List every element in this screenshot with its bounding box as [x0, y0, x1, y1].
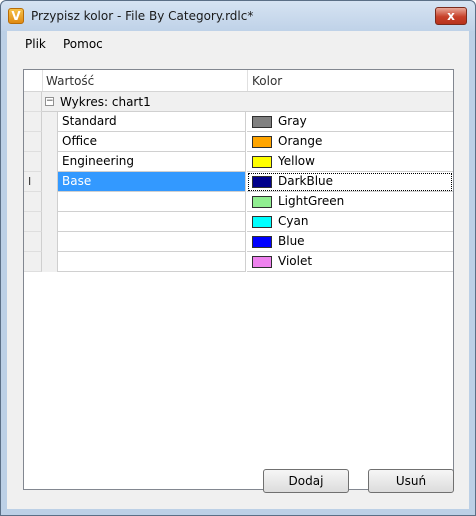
- title-bar[interactable]: V Przypisz kolor - File By Category.rdlc…: [1, 1, 475, 31]
- color-swatch: [252, 216, 272, 228]
- value-cell[interactable]: Office: [58, 132, 246, 152]
- color-swatch: [252, 196, 272, 208]
- color-swatch: [252, 256, 272, 268]
- column-header-color[interactable]: Kolor: [252, 74, 282, 88]
- table-row[interactable]: Office Orange: [24, 132, 453, 152]
- color-swatch: [252, 236, 272, 248]
- table-row[interactable]: Cyan: [24, 212, 453, 232]
- collapse-icon[interactable]: −: [45, 97, 54, 106]
- header-separator: [42, 70, 43, 91]
- close-icon: x: [447, 9, 455, 23]
- table-row[interactable]: Standard Gray: [24, 112, 453, 132]
- remove-button[interactable]: Usuń: [368, 469, 454, 493]
- menu-bar: Plik Pomoc: [7, 31, 469, 55]
- dialog-window: V Przypisz kolor - File By Category.rdlc…: [0, 0, 476, 516]
- row-header[interactable]: [24, 192, 42, 212]
- add-button[interactable]: Dodaj: [263, 469, 349, 493]
- color-swatch: [252, 136, 272, 148]
- row-header[interactable]: [24, 92, 42, 112]
- row-header[interactable]: [24, 152, 42, 172]
- color-cell[interactable]: Gray: [247, 112, 453, 132]
- color-cell[interactable]: Violet: [247, 252, 453, 272]
- row-header[interactable]: [24, 232, 42, 252]
- color-swatch: [252, 156, 272, 168]
- color-swatch: [252, 176, 272, 188]
- color-name: Gray: [278, 114, 307, 128]
- close-button[interactable]: x: [435, 7, 467, 25]
- color-name: Yellow: [278, 154, 315, 168]
- grid-header: Wartość Kolor: [24, 70, 453, 92]
- group-indent: [42, 172, 58, 192]
- color-cell[interactable]: LightGreen: [247, 192, 453, 212]
- menu-plik[interactable]: Plik: [25, 37, 46, 51]
- group-indent: [42, 192, 58, 212]
- row-header[interactable]: [24, 112, 42, 132]
- group-indent: [42, 212, 58, 232]
- value-cell[interactable]: Standard: [58, 112, 246, 132]
- column-header-value[interactable]: Wartość: [46, 74, 94, 88]
- group-indent: [42, 132, 58, 152]
- row-header[interactable]: [24, 212, 42, 232]
- table-row[interactable]: I Base DarkBlue: [24, 172, 453, 192]
- color-name: Blue: [278, 234, 305, 248]
- value-cell[interactable]: [58, 232, 246, 252]
- color-cell[interactable]: Cyan: [247, 212, 453, 232]
- color-name: DarkBlue: [278, 174, 334, 188]
- group-indent: [42, 112, 58, 132]
- color-swatch: [252, 116, 272, 128]
- table-row[interactable]: Blue: [24, 232, 453, 252]
- value-cell[interactable]: Engineering: [58, 152, 246, 172]
- table-row[interactable]: Engineering Yellow: [24, 152, 453, 172]
- color-name: Violet: [278, 254, 313, 268]
- color-name: Cyan: [278, 214, 309, 228]
- group-indent: [42, 252, 58, 272]
- color-name: Orange: [278, 134, 323, 148]
- color-cell[interactable]: DarkBlue: [247, 172, 453, 192]
- table-row[interactable]: Violet: [24, 252, 453, 272]
- value-cell[interactable]: [58, 192, 246, 212]
- color-cell[interactable]: Blue: [247, 232, 453, 252]
- value-cell[interactable]: [58, 212, 246, 232]
- table-row[interactable]: LightGreen: [24, 192, 453, 212]
- row-header[interactable]: [24, 252, 42, 272]
- value-cell[interactable]: [58, 252, 246, 272]
- app-icon: V: [8, 8, 24, 24]
- row-header[interactable]: [24, 132, 42, 152]
- color-name: LightGreen: [278, 194, 345, 208]
- menu-pomoc[interactable]: Pomoc: [63, 37, 103, 51]
- group-indent: [42, 152, 58, 172]
- row-header[interactable]: I: [24, 172, 42, 192]
- group-indent: [42, 232, 58, 252]
- window-title: Przypisz kolor - File By Category.rdlc*: [31, 9, 254, 23]
- header-separator: [247, 70, 248, 91]
- color-cell[interactable]: Yellow: [247, 152, 453, 172]
- group-row[interactable]: − Wykres: chart1: [24, 92, 453, 112]
- dialog-client-area: Plik Pomoc Wartość Kolor − Wykres: chart…: [7, 31, 469, 509]
- edit-cursor-icon: I: [28, 175, 32, 188]
- color-cell[interactable]: Orange: [247, 132, 453, 152]
- color-assignment-grid[interactable]: Wartość Kolor − Wykres: chart1 Standard G…: [23, 69, 454, 490]
- group-label: Wykres: chart1: [60, 95, 151, 109]
- value-cell[interactable]: Base: [58, 172, 246, 192]
